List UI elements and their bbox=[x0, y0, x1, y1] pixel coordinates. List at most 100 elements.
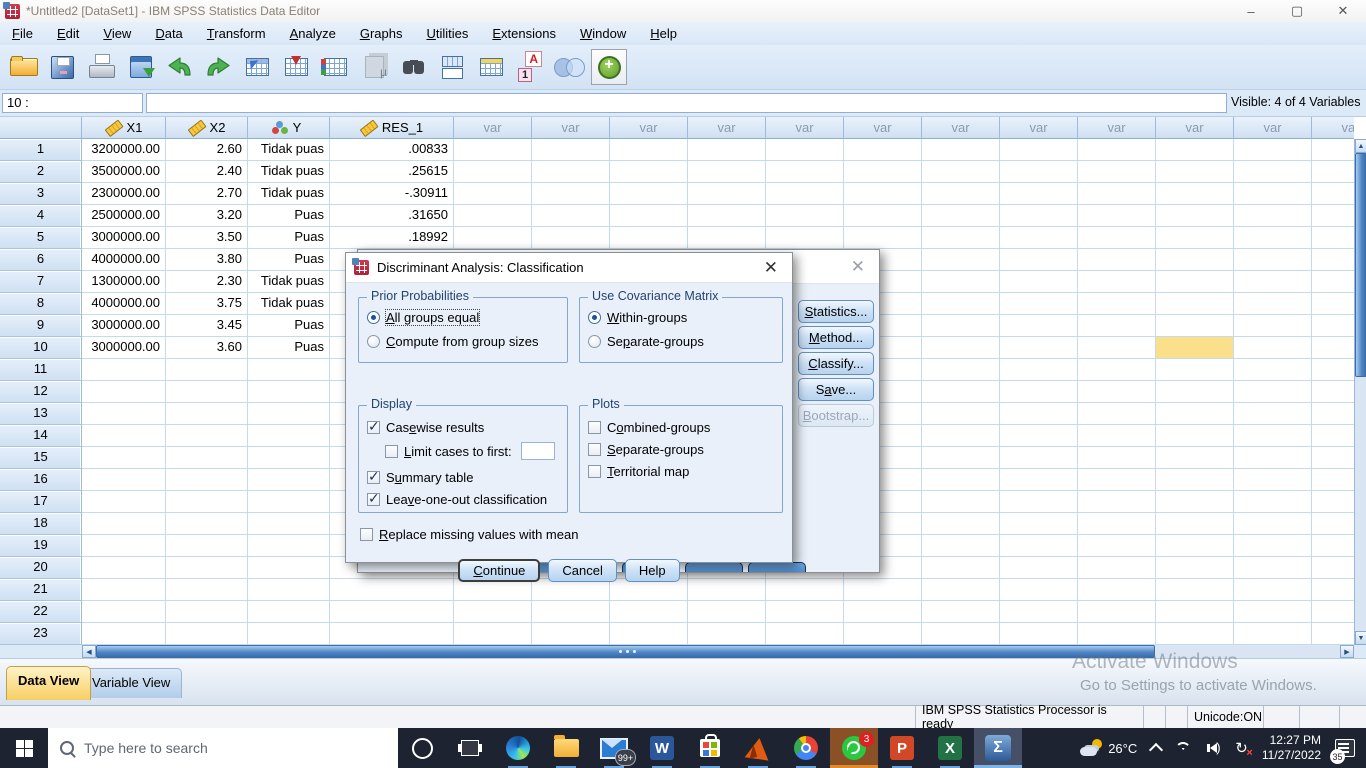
data-cell[interactable] bbox=[1234, 293, 1312, 315]
data-cell[interactable] bbox=[1156, 403, 1234, 425]
checkbox-combined-groups[interactable]: Combined-groups bbox=[588, 418, 710, 436]
data-cell[interactable] bbox=[1078, 337, 1156, 359]
taskbar-word[interactable]: W bbox=[638, 728, 686, 768]
data-cell[interactable] bbox=[688, 623, 766, 645]
use-variable-sets-icon[interactable] bbox=[550, 48, 589, 86]
cortana-button[interactable] bbox=[398, 728, 446, 768]
data-cell[interactable] bbox=[766, 601, 844, 623]
data-cell[interactable]: 2.70 bbox=[166, 183, 248, 205]
row-number[interactable]: 15 bbox=[0, 447, 82, 469]
data-cell[interactable] bbox=[82, 403, 166, 425]
data-cell[interactable] bbox=[1234, 557, 1312, 579]
data-cell[interactable]: Tidak puas bbox=[248, 271, 330, 293]
data-cell[interactable] bbox=[922, 579, 1000, 601]
notification-center-button[interactable]: 35 bbox=[1328, 728, 1362, 768]
data-cell[interactable] bbox=[922, 359, 1000, 381]
data-cell[interactable] bbox=[454, 161, 532, 183]
data-cell[interactable] bbox=[1000, 315, 1078, 337]
data-cell[interactable] bbox=[766, 161, 844, 183]
data-cell[interactable] bbox=[1000, 491, 1078, 513]
checkbox-territorial-map[interactable]: Territorial map bbox=[588, 462, 689, 480]
data-cell[interactable] bbox=[1234, 205, 1312, 227]
row-number[interactable]: 19 bbox=[0, 535, 82, 557]
data-cell[interactable] bbox=[922, 161, 1000, 183]
data-cell[interactable] bbox=[1156, 359, 1234, 381]
save-button[interactable]: Save... bbox=[798, 378, 874, 401]
data-cell[interactable] bbox=[1234, 425, 1312, 447]
classify-button[interactable]: Classify... bbox=[798, 352, 874, 375]
data-cell[interactable] bbox=[1000, 183, 1078, 205]
data-cell[interactable] bbox=[82, 447, 166, 469]
data-cell[interactable]: Puas bbox=[248, 337, 330, 359]
row-number[interactable]: 21 bbox=[0, 579, 82, 601]
menu-transform[interactable]: Transform bbox=[195, 24, 278, 43]
data-cell[interactable]: 3200000.00 bbox=[82, 139, 166, 161]
checkbox-replace-missing[interactable]: Replace missing values with mean bbox=[360, 525, 578, 543]
menu-graphs[interactable]: Graphs bbox=[348, 24, 415, 43]
data-cell[interactable] bbox=[1078, 161, 1156, 183]
taskbar-excel[interactable]: X bbox=[926, 728, 974, 768]
data-cell[interactable] bbox=[82, 469, 166, 491]
statistics-button[interactable]: Statistics... bbox=[798, 300, 874, 323]
horizontal-scroll-thumb[interactable] bbox=[96, 645, 1155, 658]
sync-status-button[interactable]: ↻ bbox=[1228, 728, 1255, 768]
data-cell[interactable] bbox=[166, 557, 248, 579]
network-button[interactable] bbox=[1168, 728, 1198, 768]
data-cell[interactable] bbox=[766, 227, 844, 249]
data-cell[interactable] bbox=[532, 205, 610, 227]
close-button[interactable]: ✕ bbox=[1320, 0, 1366, 22]
data-cell[interactable] bbox=[844, 161, 922, 183]
data-cell[interactable] bbox=[1078, 359, 1156, 381]
data-cell[interactable] bbox=[922, 447, 1000, 469]
data-cell[interactable] bbox=[1312, 601, 1354, 623]
data-cell[interactable] bbox=[610, 579, 688, 601]
recall-dialogs-icon[interactable] bbox=[121, 48, 160, 86]
data-cell[interactable]: Puas bbox=[248, 315, 330, 337]
data-cell[interactable] bbox=[1000, 513, 1078, 535]
active-cell[interactable] bbox=[1156, 337, 1234, 359]
data-cell[interactable] bbox=[610, 183, 688, 205]
close-icon[interactable]: ✕ bbox=[758, 258, 784, 278]
checkbox-leave-one-out[interactable]: Leave-one-out classification bbox=[367, 490, 547, 508]
data-cell[interactable] bbox=[766, 139, 844, 161]
tray-expand-button[interactable] bbox=[1144, 728, 1168, 768]
row-number[interactable]: 23 bbox=[0, 623, 82, 645]
data-cell[interactable] bbox=[330, 579, 454, 601]
data-cell[interactable] bbox=[532, 161, 610, 183]
data-cell[interactable] bbox=[330, 623, 454, 645]
data-cell[interactable] bbox=[1312, 557, 1354, 579]
data-cell[interactable] bbox=[1312, 139, 1354, 161]
data-cell[interactable] bbox=[532, 227, 610, 249]
data-cell[interactable] bbox=[248, 579, 330, 601]
data-cell[interactable] bbox=[248, 491, 330, 513]
data-cell[interactable] bbox=[922, 227, 1000, 249]
menu-window[interactable]: Window bbox=[568, 24, 638, 43]
taskbar-store[interactable] bbox=[686, 728, 734, 768]
data-cell[interactable] bbox=[248, 469, 330, 491]
data-cell[interactable] bbox=[82, 535, 166, 557]
data-cell[interactable] bbox=[1078, 271, 1156, 293]
continue-button[interactable]: Continue bbox=[458, 559, 540, 582]
data-cell[interactable] bbox=[1312, 469, 1354, 491]
data-cell[interactable] bbox=[688, 183, 766, 205]
data-cell[interactable]: Puas bbox=[248, 205, 330, 227]
row-number[interactable]: 8 bbox=[0, 293, 82, 315]
data-cell[interactable] bbox=[1078, 425, 1156, 447]
descriptives-icon[interactable] bbox=[355, 48, 394, 86]
data-cell[interactable] bbox=[1156, 249, 1234, 271]
row-number[interactable]: 1 bbox=[0, 139, 82, 161]
data-cell[interactable] bbox=[454, 227, 532, 249]
data-cell[interactable] bbox=[1078, 491, 1156, 513]
data-cell[interactable] bbox=[1156, 579, 1234, 601]
data-cell[interactable] bbox=[1000, 403, 1078, 425]
data-cell[interactable] bbox=[766, 183, 844, 205]
data-cell[interactable]: 3.20 bbox=[166, 205, 248, 227]
data-cell[interactable] bbox=[454, 205, 532, 227]
menu-extensions[interactable]: Extensions bbox=[480, 24, 568, 43]
data-cell[interactable]: -.30911 bbox=[330, 183, 454, 205]
data-cell[interactable] bbox=[82, 557, 166, 579]
data-cell[interactable] bbox=[844, 183, 922, 205]
taskbar-file-explorer[interactable] bbox=[542, 728, 590, 768]
row-number[interactable]: 16 bbox=[0, 469, 82, 491]
data-cell[interactable]: Tidak puas bbox=[248, 293, 330, 315]
